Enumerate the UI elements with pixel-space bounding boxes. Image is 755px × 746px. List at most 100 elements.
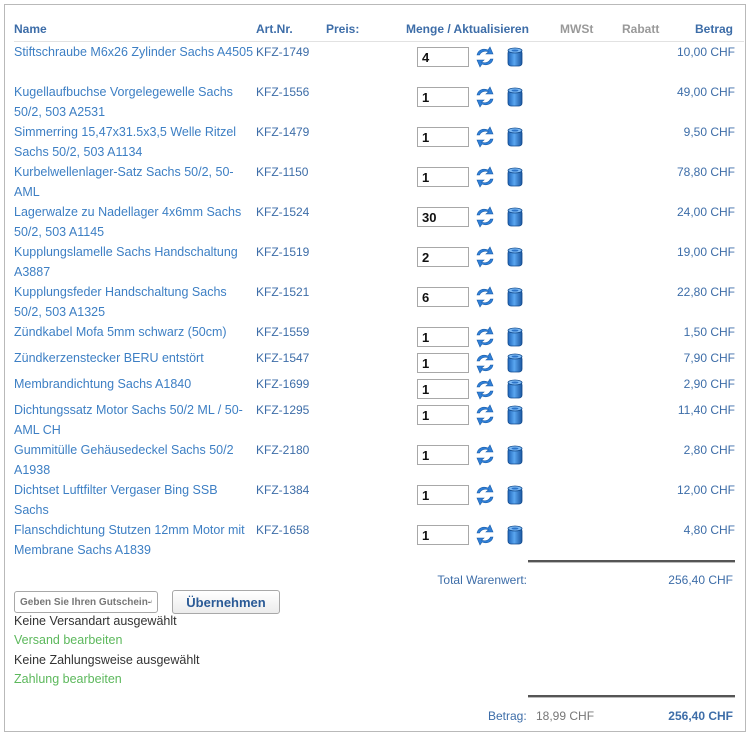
item-artnr: KFZ-1556 — [256, 85, 310, 99]
quantity-input[interactable] — [417, 327, 469, 347]
column-header-vat: MWSt — [560, 22, 594, 36]
trash-can-icon[interactable] — [503, 45, 527, 69]
quantity-input[interactable] — [417, 445, 469, 465]
cart-item-row: Kurbelwellenlager-Satz Sachs 50/2, 50-AM… — [5, 162, 747, 202]
refresh-arrows-icon[interactable] — [473, 285, 497, 309]
refresh-arrows-icon[interactable] — [473, 165, 497, 189]
quantity-input[interactable] — [417, 167, 469, 187]
subtotal-divider — [528, 560, 735, 563]
trash-can-icon[interactable] — [503, 443, 527, 467]
refresh-arrows-icon[interactable] — [473, 245, 497, 269]
refresh-arrows-icon[interactable] — [473, 85, 497, 109]
item-artnr: KFZ-1295 — [256, 403, 310, 417]
item-amount: 49,00 CHF — [676, 85, 735, 99]
quantity-input[interactable] — [417, 353, 469, 373]
item-amount: 19,00 CHF — [676, 245, 735, 259]
refresh-arrows-icon[interactable] — [473, 403, 497, 427]
refresh-arrows-icon[interactable] — [473, 351, 497, 375]
trash-can-icon[interactable] — [503, 125, 527, 149]
item-name-link[interactable]: Gummitülle Gehäusedeckel Sachs 50/2 A193… — [14, 440, 254, 480]
quantity-input[interactable] — [417, 47, 469, 67]
item-amount: 9,50 CHF — [683, 125, 735, 139]
quantity-input[interactable] — [417, 287, 469, 307]
column-header-amount: Betrag — [694, 22, 733, 36]
trash-can-icon[interactable] — [503, 377, 527, 401]
trash-can-icon[interactable] — [503, 325, 527, 349]
refresh-arrows-icon[interactable] — [473, 377, 497, 401]
item-artnr: KFZ-1699 — [256, 377, 310, 391]
column-header-discount: Rabatt — [622, 22, 660, 36]
item-name-link[interactable]: Lagerwalze zu Nadellager 4x6mm Sachs 50/… — [14, 202, 254, 242]
apply-voucher-button[interactable]: Übernehmen — [172, 590, 280, 614]
cart-item-row: Zündkerzenstecker BERU entstörtKFZ-1547 7… — [5, 348, 747, 374]
edit-shipping-link[interactable]: Versand bearbeiten — [14, 633, 122, 647]
trash-can-icon[interactable] — [503, 351, 527, 375]
quantity-input[interactable] — [417, 525, 469, 545]
item-amount: 11,40 CHF — [677, 403, 735, 417]
item-artnr: KFZ-1519 — [256, 245, 310, 259]
item-artnr: KFZ-1521 — [256, 285, 310, 299]
total-goods-value: 256,40 CHF — [668, 573, 733, 587]
amount-total-value: 256,40 CHF — [668, 709, 733, 723]
refresh-arrows-icon[interactable] — [473, 45, 497, 69]
item-amount: 78,80 CHF — [676, 165, 735, 179]
cart-item-row: Zündkabel Mofa 5mm schwarz (50cm) KFZ-155… — [5, 322, 747, 348]
quantity-input[interactable] — [417, 247, 469, 267]
refresh-arrows-icon[interactable] — [473, 325, 497, 349]
vat-total-value: 18,99 CHF — [536, 709, 595, 723]
quantity-input[interactable] — [417, 87, 469, 107]
trash-can-icon[interactable] — [503, 245, 527, 269]
trash-can-icon[interactable] — [503, 85, 527, 109]
item-amount: 10,00 CHF — [676, 45, 735, 59]
cart-item-row: Dichtset Luftfilter Vergaser Bing SSB Sa… — [5, 480, 747, 520]
item-amount: 2,80 CHF — [683, 443, 735, 457]
item-name-link[interactable]: Kugellaufbuchse Vorgelegewelle Sachs 50/… — [14, 82, 254, 122]
quantity-input[interactable] — [417, 405, 469, 425]
item-name-link[interactable]: Dichtset Luftfilter Vergaser Bing SSB Sa… — [14, 480, 254, 520]
refresh-arrows-icon[interactable] — [473, 205, 497, 229]
item-amount: 12,00 CHF — [676, 483, 735, 497]
refresh-arrows-icon[interactable] — [473, 483, 497, 507]
trash-can-icon[interactable] — [503, 165, 527, 189]
cart-item-row: Kupplungslamelle Sachs Handschaltung A38… — [5, 242, 747, 282]
refresh-arrows-icon[interactable] — [473, 125, 497, 149]
cart-item-row: Kupplungsfeder Handschaltung Sachs 50/2,… — [5, 282, 747, 322]
item-name-link[interactable]: Stiftschraube M6x26 Zylinder Sachs A4505 — [14, 42, 254, 62]
total-goods-label: Total Warenwert: — [437, 573, 527, 587]
edit-payment-link[interactable]: Zahlung bearbeiten — [14, 672, 122, 686]
cart-panel: Name Art.Nr. Preis: Menge / Aktualisiere… — [4, 4, 746, 732]
item-name-link[interactable]: Simmerring 15,47x31.5x3,5 Welle Ritzel S… — [14, 122, 254, 162]
item-name-link[interactable]: Kupplungslamelle Sachs Handschaltung A38… — [14, 242, 254, 282]
item-name-link[interactable]: Dichtungssatz Motor Sachs 50/2 ML / 50-A… — [14, 400, 254, 440]
trash-can-icon[interactable] — [503, 403, 527, 427]
quantity-input[interactable] — [417, 379, 469, 399]
item-artnr: KFZ-1749 — [256, 45, 310, 59]
trash-can-icon[interactable] — [503, 285, 527, 309]
item-artnr: KFZ-1384 — [256, 483, 310, 497]
cart-item-row: Flanschdichtung Stutzen 12mm Motor mit M… — [5, 520, 747, 560]
quantity-input[interactable] — [417, 485, 469, 505]
item-name-link[interactable]: Kupplungsfeder Handschaltung Sachs 50/2,… — [14, 282, 254, 322]
column-header-quantity: Menge / Aktualisieren — [406, 22, 529, 36]
trash-can-icon[interactable] — [503, 205, 527, 229]
item-artnr: KFZ-1559 — [256, 325, 310, 339]
item-name-link[interactable]: Membrandichtung Sachs A1840 — [14, 374, 254, 394]
refresh-arrows-icon[interactable] — [473, 523, 497, 547]
trash-can-icon[interactable] — [503, 483, 527, 507]
item-name-link[interactable]: Zündkerzenstecker BERU entstört — [14, 348, 254, 368]
column-header-name: Name — [14, 22, 47, 36]
cart-item-row: Stiftschraube M6x26 Zylinder Sachs A4505… — [5, 42, 747, 82]
voucher-code-input[interactable] — [14, 591, 158, 613]
item-name-link[interactable]: Zündkabel Mofa 5mm schwarz (50cm) — [14, 322, 254, 342]
quantity-input[interactable] — [417, 207, 469, 227]
cart-item-row: Simmerring 15,47x31.5x3,5 Welle Ritzel S… — [5, 122, 747, 162]
cart-item-row: Kugellaufbuchse Vorgelegewelle Sachs 50/… — [5, 82, 747, 122]
trash-can-icon[interactable] — [503, 523, 527, 547]
quantity-input[interactable] — [417, 127, 469, 147]
item-artnr: KFZ-2180 — [256, 443, 310, 457]
item-name-link[interactable]: Kurbelwellenlager-Satz Sachs 50/2, 50-AM… — [14, 162, 254, 202]
refresh-arrows-icon[interactable] — [473, 443, 497, 467]
item-name-link[interactable]: Flanschdichtung Stutzen 12mm Motor mit M… — [14, 520, 254, 560]
item-artnr: KFZ-1479 — [256, 125, 310, 139]
item-artnr: KFZ-1547 — [256, 351, 310, 365]
